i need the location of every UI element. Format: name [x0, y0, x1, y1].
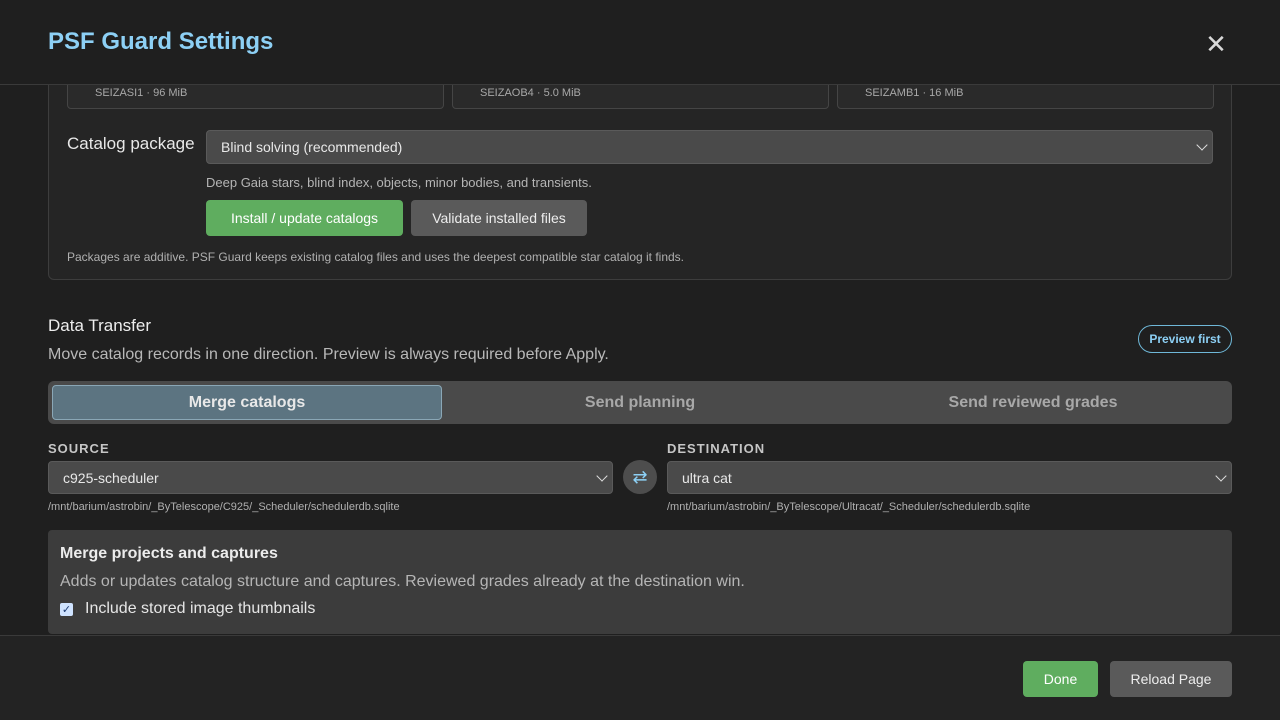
chevron-down-icon — [1196, 139, 1208, 151]
data-transfer-title: Data Transfer — [48, 316, 151, 335]
page-title: PSF Guard Settings — [48, 28, 274, 55]
destination-path: /mnt/barium/astrobin/_ByTelescope/Ultrac… — [667, 501, 1031, 513]
destination-select[interactable]: ultra cat — [667, 461, 1232, 494]
destination-value: ultra cat — [682, 469, 732, 486]
swap-icon[interactable]: ⇄ — [623, 460, 657, 494]
reload-page-button[interactable]: Reload Page — [1110, 661, 1232, 697]
transfer-mode-tabs: Merge catalogs Send planning Send review… — [48, 381, 1232, 424]
source-value: c925-scheduler — [63, 469, 159, 486]
source-label: SOURCE — [48, 441, 110, 456]
merge-panel: Merge projects and captures Adds or upda… — [48, 530, 1232, 634]
tab-send-planning[interactable]: Send planning — [445, 385, 835, 420]
merge-description: Adds or updates catalog structure and ca… — [60, 573, 745, 590]
settings-content[interactable]: SEIZASI1 · 96 MiB SEIZAOB4 · 5.0 MiB SEI… — [0, 85, 1280, 635]
catalog-card-meta: SEIZASI1 · 96 MiB — [95, 87, 188, 99]
chevron-down-icon — [596, 469, 608, 482]
catalog-package-select[interactable]: Blind solving (recommended) — [206, 130, 1213, 164]
source-path: /mnt/barium/astrobin/_ByTelescope/C925/_… — [48, 501, 400, 513]
close-icon[interactable]: ✕ — [1204, 30, 1228, 58]
catalog-card-seizamb1: SEIZAMB1 · 16 MiB — [837, 85, 1214, 109]
preview-first-badge: Preview first — [1138, 325, 1232, 353]
catalog-card-seizasi1: SEIZASI1 · 96 MiB — [67, 85, 444, 109]
data-transfer-description: Move catalog records in one direction. P… — [48, 346, 609, 363]
chevron-down-icon — [1215, 469, 1227, 482]
validate-files-button[interactable]: Validate installed files — [411, 200, 587, 236]
tab-merge-catalogs[interactable]: Merge catalogs — [52, 385, 442, 420]
dialog-footer: Done Reload Page — [0, 635, 1280, 720]
catalog-panel: SEIZASI1 · 96 MiB SEIZAOB4 · 5.0 MiB SEI… — [48, 85, 1232, 280]
catalog-package-description: Deep Gaia stars, blind index, objects, m… — [206, 175, 592, 190]
catalog-package-note: Packages are additive. PSF Guard keeps e… — [67, 250, 685, 264]
dialog-header: PSF Guard Settings ✕ — [0, 0, 1280, 85]
merge-title: Merge projects and captures — [60, 545, 278, 562]
destination-label: DESTINATION — [667, 441, 766, 456]
source-select[interactable]: c925-scheduler — [48, 461, 613, 494]
catalog-card-meta: SEIZAMB1 · 16 MiB — [865, 87, 964, 99]
catalog-card-seizaob4: SEIZAOB4 · 5.0 MiB — [452, 85, 829, 109]
include-thumbnails-checkbox[interactable]: ✓ — [60, 602, 73, 616]
tab-send-reviewed-grades[interactable]: Send reviewed grades — [838, 385, 1228, 420]
catalog-card-meta: SEIZAOB4 · 5.0 MiB — [480, 87, 581, 99]
thumbnail-option[interactable]: ✓ Include stored image thumbnails — [60, 600, 315, 618]
install-catalogs-button[interactable]: Install / update catalogs — [206, 200, 403, 236]
catalog-package-label: Catalog package — [67, 134, 195, 153]
done-button[interactable]: Done — [1023, 661, 1098, 697]
catalog-package-value: Blind solving (recommended) — [221, 139, 403, 155]
include-thumbnails-label[interactable]: Include stored image thumbnails — [85, 600, 315, 618]
